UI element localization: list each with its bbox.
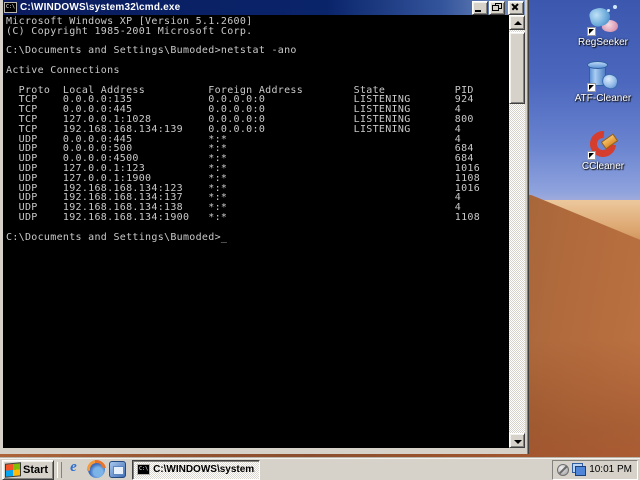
tray-network-icon[interactable] [572,463,587,476]
minimize-button[interactable] [472,0,488,15]
taskbar: Start C:\ C:\WINDOWS\system... 10:01 PM [0,458,640,480]
vertical-scrollbar[interactable] [509,15,525,448]
desktop-icon-regseeker[interactable]: RegSeeker [564,4,640,48]
taskbar-clock[interactable]: 10:01 PM [589,464,632,475]
window-title: C:\WINDOWS\system32\cmd.exe [20,2,181,13]
shortcut-arrow-icon [587,83,596,92]
shortcut-arrow-icon [587,27,596,36]
ccleaner-icon [584,125,622,163]
atf-cleaner-icon [586,60,620,92]
sparkle-dot [613,5,617,9]
tray-status-icon[interactable] [557,463,570,476]
start-button-label: Start [23,463,49,476]
cmd-icon[interactable]: C:\ [4,2,17,13]
system-tray: 10:01 PM [552,459,638,480]
regseeker-icon [586,4,620,36]
titlebar[interactable]: C:\ C:\WINDOWS\system32\cmd.exe [3,0,525,15]
firefox-icon[interactable] [88,461,106,478]
close-button[interactable] [508,0,524,15]
cmd-icon: C:\ [137,464,151,475]
shortcut-arrow-icon [587,151,596,160]
scroll-up-button[interactable] [509,15,525,30]
scroll-down-button[interactable] [509,433,525,448]
screen: RegSeeker ATF-Cleaner CCleaner C:\ C:\WI… [0,0,640,480]
cmd-icon-text: C:\ [139,466,149,472]
desktop-icon-ccleaner[interactable]: CCleaner [564,125,640,172]
internet-explorer-icon[interactable] [67,459,84,478]
desktop-icon-label: CCleaner [581,161,625,172]
scrollbar-thumb[interactable] [509,32,525,104]
restore-button[interactable] [489,0,505,15]
taskbar-button-label: C:\WINDOWS\system... [153,464,256,475]
sparkle-dot [607,9,610,12]
desktop-icon-atf-cleaner[interactable]: ATF-Cleaner [564,60,640,104]
bin-lid-shape [587,61,608,69]
start-button[interactable]: Start [2,459,55,480]
taskbar-button-cmd[interactable]: C:\ C:\WINDOWS\system... [132,459,261,480]
windows-flag-icon [5,461,21,478]
console-area: Microsoft Windows XP [Version 5.1.2600] … [3,15,525,448]
console-output[interactable]: Microsoft Windows XP [Version 5.1.2600] … [3,15,509,448]
cmd-window: C:\ C:\WINDOWS\system32\cmd.exe Microsof… [0,0,529,454]
blue-window-icon[interactable] [109,461,127,478]
quick-launch-divider [57,461,63,478]
horn-shape [600,72,620,91]
desktop-icon-label: RegSeeker [577,37,629,48]
desktop-icon-label: ATF-Cleaner [574,93,632,104]
cmd-icon-text: C:\ [6,4,16,10]
